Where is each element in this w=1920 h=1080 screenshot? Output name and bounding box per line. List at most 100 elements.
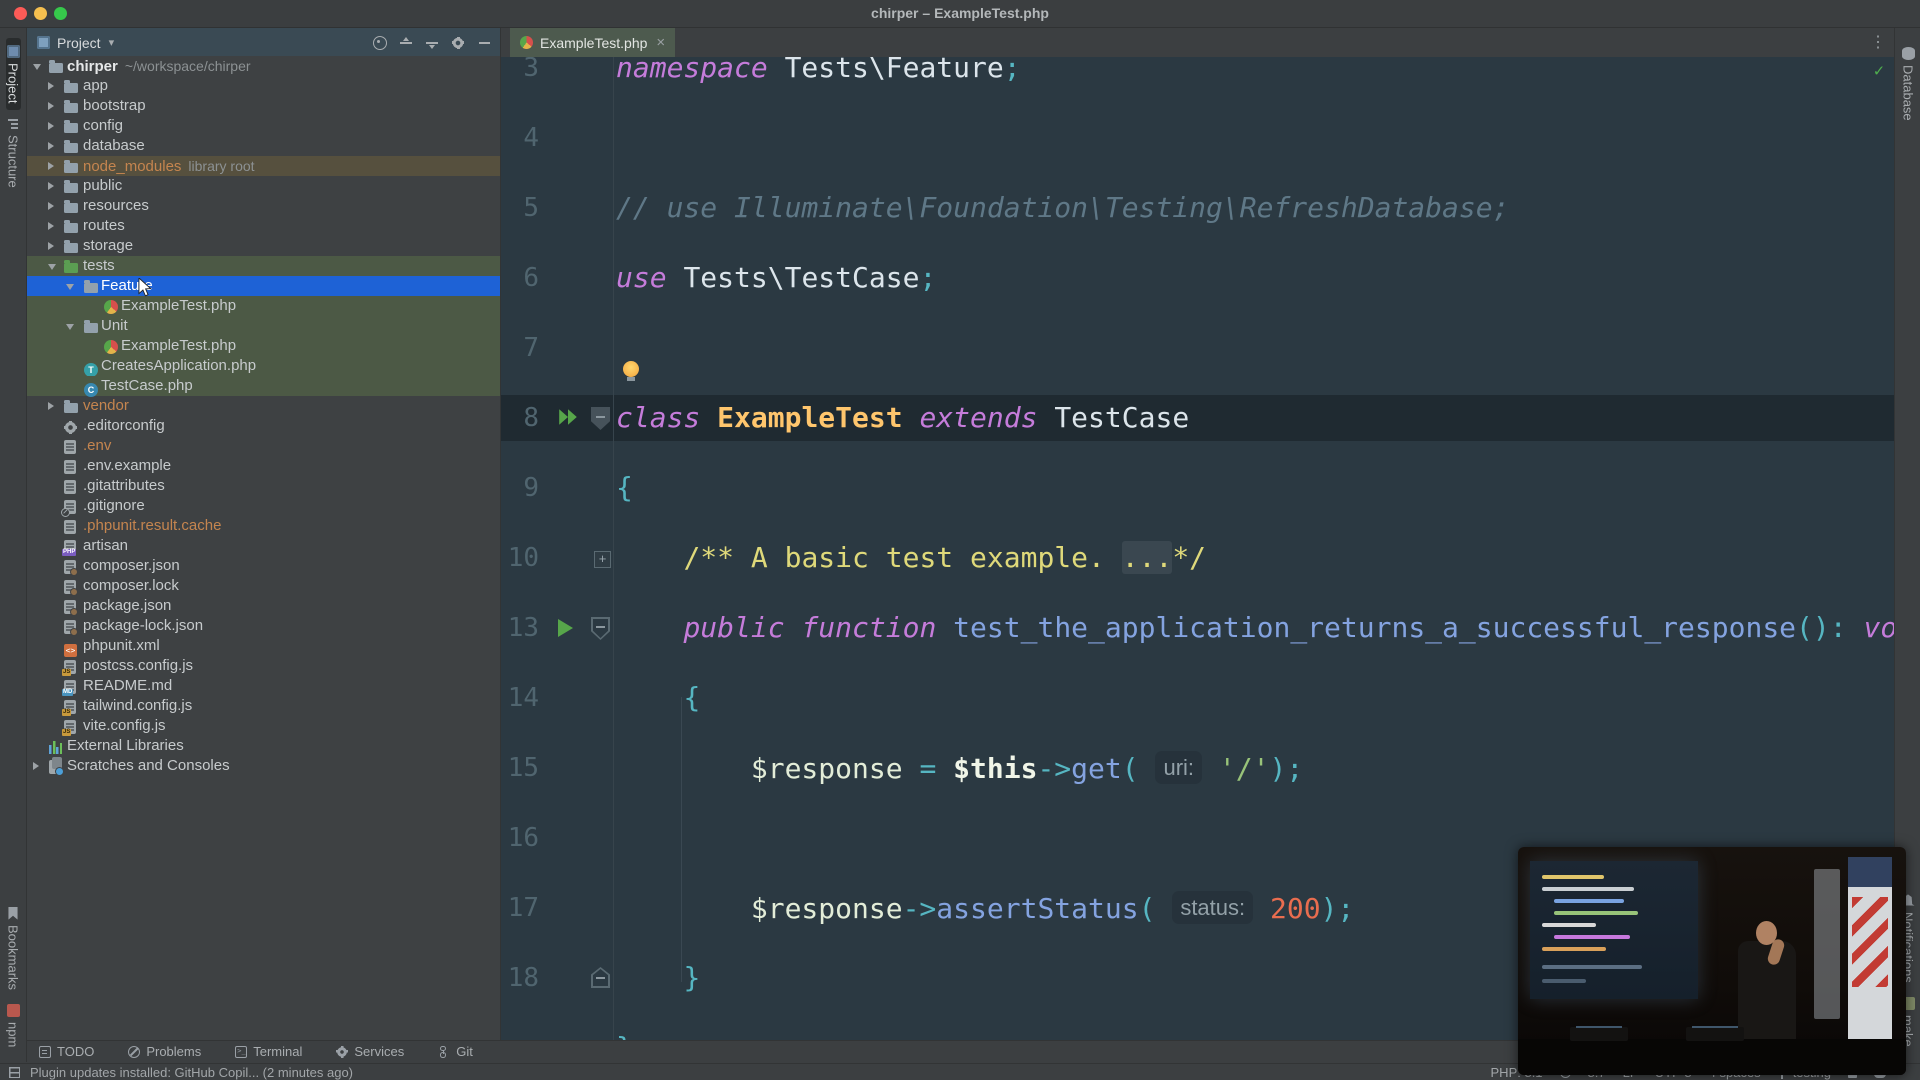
code-line[interactable]: /** A basic test example. ...*/ [616, 523, 1206, 593]
tree-item-node-modules[interactable]: node_moduleslibrary root [27, 156, 500, 176]
chevron-right-icon[interactable] [48, 162, 54, 170]
tree-item-package-lock-json[interactable]: package-lock.json [27, 616, 500, 636]
project-panel-header[interactable]: Project ▾ [27, 28, 500, 57]
tree-item-scratches-and-consoles[interactable]: Scratches and Consoles [27, 756, 500, 776]
tree-item-readme-md[interactable]: MDREADME.md [27, 676, 500, 696]
code-line[interactable]: // use Illuminate\Foundation\Testing\Ref… [616, 173, 1509, 243]
chevron-right-icon[interactable] [48, 82, 54, 90]
fold-collapse-icon[interactable] [591, 617, 610, 640]
collapse-all-button[interactable] [422, 33, 442, 53]
stripe-button-npm[interactable]: npm [6, 997, 21, 1054]
tree-item-label: storage [83, 237, 133, 254]
chevron-right-icon[interactable] [48, 102, 54, 110]
fold-end-icon[interactable] [591, 967, 610, 988]
code-line[interactable]: { [616, 453, 633, 523]
intention-lightbulb-icon[interactable] [623, 361, 639, 377]
chevron-right-icon[interactable] [48, 122, 54, 130]
tree-item-storage[interactable]: storage [27, 236, 500, 256]
tree-item--editorconfig[interactable]: .editorconfig [27, 416, 500, 436]
tree-item-feature[interactable]: Feature [27, 276, 500, 296]
tree-item-external-libraries[interactable]: External Libraries [27, 736, 500, 756]
toolwindow-button-terminal[interactable]: Terminal [235, 1044, 302, 1059]
stripe-button-structure[interactable]: Structure [6, 110, 21, 195]
stripe-button-database[interactable]: Database [1901, 40, 1916, 128]
toolwindow-button-todo[interactable]: TODO [39, 1044, 94, 1059]
chevron-down-icon[interactable] [66, 284, 74, 290]
tree-item-package-json[interactable]: package.json [27, 596, 500, 616]
tree-item-chirper[interactable]: chirper~/workspace/chirper [27, 56, 500, 76]
line-number: 14 [501, 663, 539, 733]
tree-item-tests[interactable]: tests [27, 256, 500, 276]
editor-options-icon[interactable]: ⋮ [1870, 32, 1886, 52]
tree-item-createsapplication-php[interactable]: TCreatesApplication.php [27, 356, 500, 376]
chevron-right-icon[interactable] [48, 242, 54, 250]
code-line[interactable]: namespace Tests\Feature; [616, 57, 1021, 103]
expand-all-button[interactable] [396, 33, 416, 53]
chevron-down-icon[interactable]: ▾ [109, 36, 115, 49]
tree-item-testcase-php[interactable]: CTestCase.php [27, 376, 500, 396]
chevron-down-icon[interactable] [48, 264, 56, 270]
locate-file-button[interactable] [370, 33, 390, 53]
close-tab-icon[interactable]: × [656, 34, 665, 51]
tree-item-phpunit-xml[interactable]: <>phpunit.xml [27, 636, 500, 656]
tree-item-public[interactable]: public [27, 176, 500, 196]
hide-panel-button[interactable] [474, 33, 494, 53]
tree-item-vendor[interactable]: vendor [27, 396, 500, 416]
code-line[interactable]: $response = $this->get( uri: '/'); [616, 733, 1303, 803]
toolwindow-button-problems[interactable]: Problems [128, 1044, 201, 1059]
line-number: 4 [501, 103, 539, 173]
fold-expand-icon[interactable]: + [594, 551, 611, 568]
tree-item-unit[interactable]: Unit [27, 316, 500, 336]
toolwindow-button-services[interactable]: Services [336, 1044, 404, 1059]
tree-item--env[interactable]: .env [27, 436, 500, 456]
status-message[interactable]: Plugin updates installed: GitHub Copil..… [30, 1065, 353, 1080]
code-line[interactable]: } [616, 1013, 633, 1040]
chevron-right-icon[interactable] [33, 762, 39, 770]
run-test-icon[interactable] [558, 619, 573, 637]
chevron-right-icon[interactable] [48, 182, 54, 190]
tree-item-tailwind-config-js[interactable]: JStailwind.config.js [27, 696, 500, 716]
toolwindow-button-git[interactable]: Git [438, 1044, 473, 1059]
video-overlay [1518, 847, 1906, 1075]
tree-item-routes[interactable]: routes [27, 216, 500, 236]
chevron-down-icon[interactable] [66, 324, 74, 330]
line-number: 8 [501, 383, 539, 453]
tree-item-composer-json[interactable]: composer.json [27, 556, 500, 576]
code-line[interactable]: } [616, 943, 700, 1013]
panel-settings-button[interactable] [448, 33, 468, 53]
chevron-right-icon[interactable] [48, 142, 54, 150]
chevron-right-icon[interactable] [48, 222, 54, 230]
tree-item-exampletest-php[interactable]: ExampleTest.php [27, 296, 500, 316]
tree-item--env-example[interactable]: .env.example [27, 456, 500, 476]
tree-item-label: composer.json [83, 557, 180, 574]
tree-item-label: Unit [101, 317, 128, 334]
bookmarks-stripe-icon [7, 907, 20, 920]
tree-item--gitattributes[interactable]: .gitattributes [27, 476, 500, 496]
tool-window-switcher-icon[interactable] [9, 1067, 20, 1078]
chevron-right-icon[interactable] [48, 402, 54, 410]
tree-item-database[interactable]: database [27, 136, 500, 156]
tree-item--gitignore[interactable]: .gitignore [27, 496, 500, 516]
tree-item-composer-lock[interactable]: composer.lock [27, 576, 500, 596]
code-line[interactable]: use Tests\TestCase; [616, 243, 936, 313]
chevron-down-icon[interactable] [33, 64, 41, 70]
tree-item-resources[interactable]: resources [27, 196, 500, 216]
code-line[interactable]: public function test_the_application_ret… [616, 593, 1894, 663]
tree-item-app[interactable]: app [27, 76, 500, 96]
inspections-ok-icon[interactable]: ✓ [1874, 61, 1884, 81]
stripe-button-bookmarks[interactable]: Bookmarks [6, 900, 21, 997]
tree-item-vite-config-js[interactable]: JSvite.config.js [27, 716, 500, 736]
tree-item-config[interactable]: config [27, 116, 500, 136]
tree-item-postcss-config-js[interactable]: JSpostcss.config.js [27, 656, 500, 676]
tab-exampletest[interactable]: ExampleTest.php × [510, 28, 675, 57]
chevron-right-icon[interactable] [48, 202, 54, 210]
tree-item-exampletest-php[interactable]: ExampleTest.php [27, 336, 500, 356]
run-all-tests-icon[interactable] [557, 406, 579, 428]
tree-item--phpunit-result-cache[interactable]: .phpunit.result.cache [27, 516, 500, 536]
tree-item-artisan[interactable]: PHPartisan [27, 536, 500, 556]
code-line[interactable]: $response->assertStatus( status: 200); [616, 873, 1354, 943]
code-line[interactable]: { [616, 663, 700, 733]
stripe-button-project[interactable]: Project [6, 38, 21, 110]
code-line[interactable]: class ExampleTest extends TestCase [616, 383, 1189, 453]
tree-item-bootstrap[interactable]: bootstrap [27, 96, 500, 116]
